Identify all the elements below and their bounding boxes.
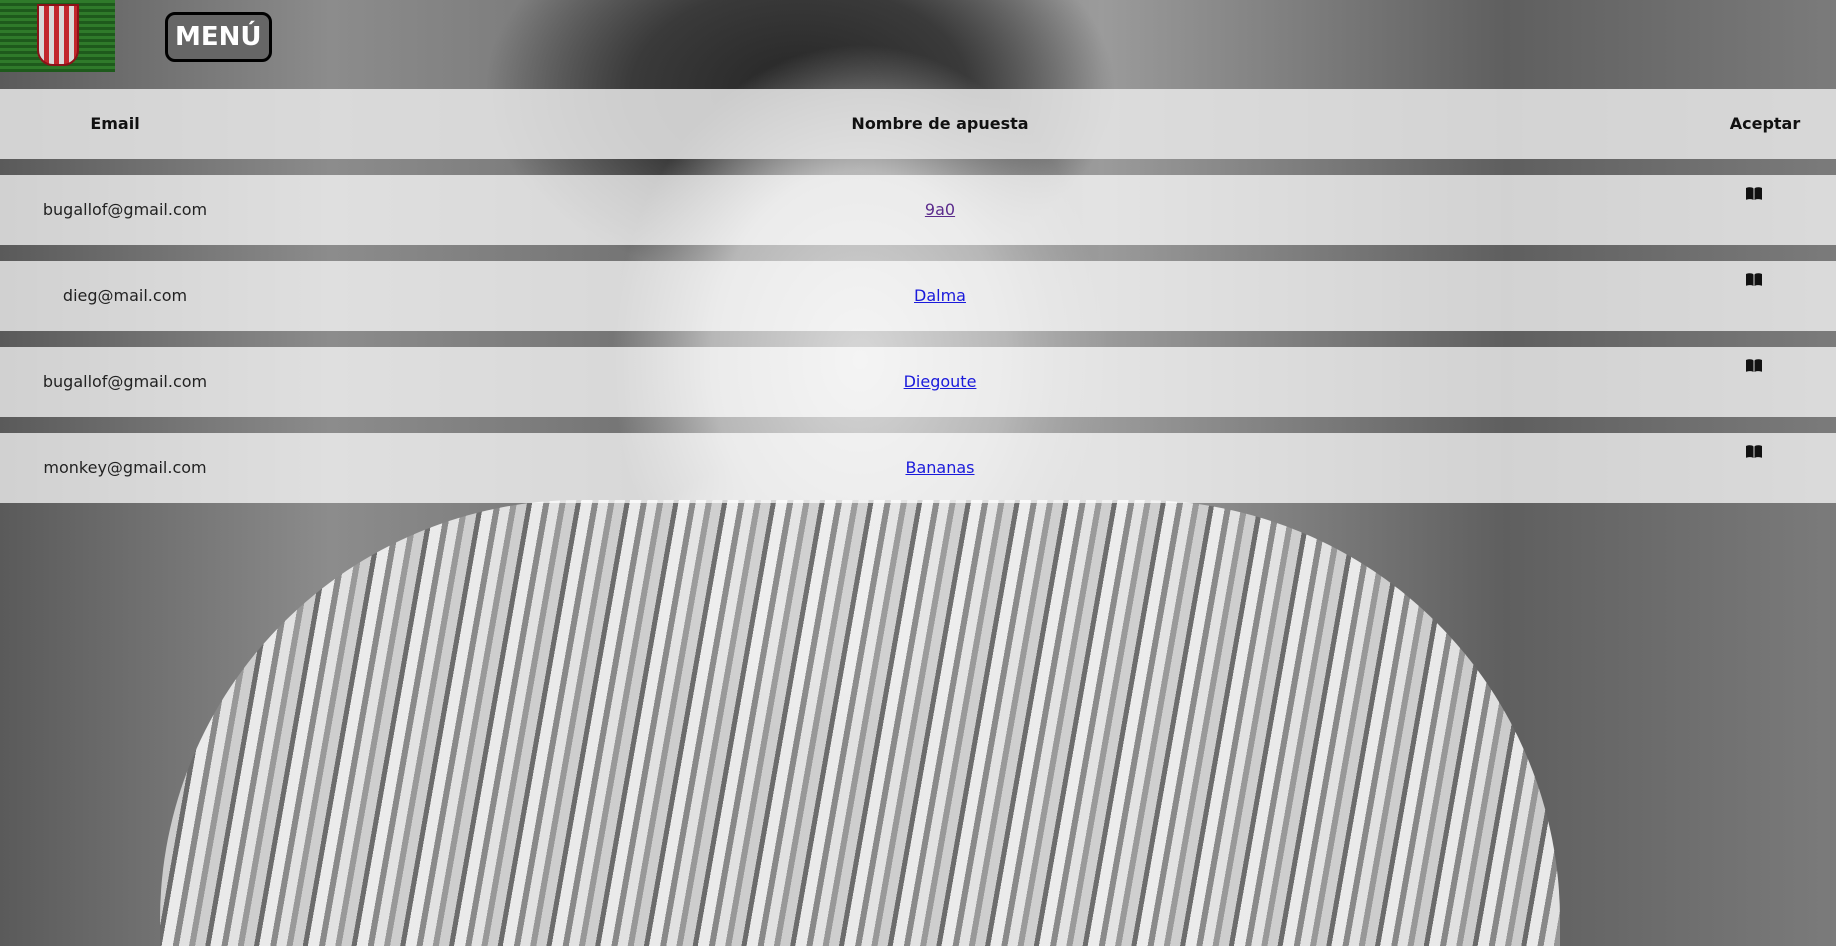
club-logo[interactable] — [0, 0, 115, 72]
row-bet-name: 9a0 — [0, 175, 1836, 245]
bet-name-link[interactable]: Bananas — [905, 458, 974, 477]
book-icon[interactable] — [1745, 445, 1763, 459]
book-icon[interactable] — [1745, 359, 1763, 373]
column-header-bet-name: Nombre de apuesta — [851, 114, 1029, 133]
table-row: bugallof@gmail.com Diegoute — [0, 347, 1836, 417]
menu-button[interactable]: MENÚ — [165, 12, 272, 62]
table-row: bugallof@gmail.com 9a0 — [0, 175, 1836, 245]
top-header: MENÚ — [0, 0, 1836, 75]
bet-name-link[interactable]: Dalma — [914, 286, 966, 305]
book-icon[interactable] — [1745, 187, 1763, 201]
column-header-accept: Aceptar — [1729, 114, 1801, 133]
table-row: dieg@mail.com Dalma — [0, 261, 1836, 331]
page: MENÚ Email Nombre de apuesta Aceptar bug… — [0, 0, 1836, 946]
row-bet-name: Diegoute — [0, 347, 1836, 417]
row-bet-name: Dalma — [0, 261, 1836, 331]
book-icon[interactable] — [1745, 273, 1763, 287]
table-row: monkey@gmail.com Bananas — [0, 433, 1836, 503]
bet-name-link[interactable]: 9a0 — [925, 200, 955, 219]
row-bet-name: Bananas — [0, 433, 1836, 503]
logo-shield — [37, 4, 79, 66]
bet-name-link[interactable]: Diegoute — [904, 372, 977, 391]
table-header-row: Email Nombre de apuesta Aceptar — [0, 89, 1836, 159]
bets-table: Email Nombre de apuesta Aceptar bugallof… — [0, 89, 1836, 519]
background-photo-shirt — [160, 500, 1560, 946]
